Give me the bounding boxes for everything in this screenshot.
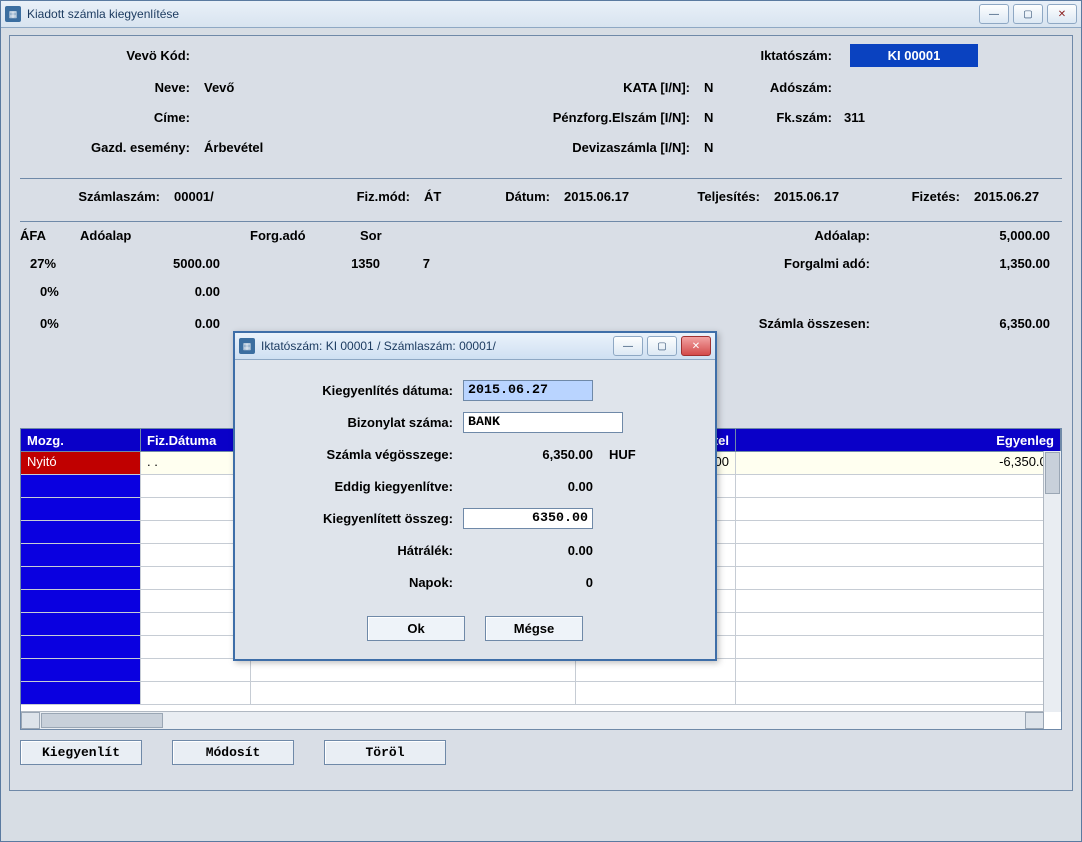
vat-row-0-adoalap: 5000.00 — [120, 256, 220, 271]
vat-row-0-sor: 7 — [400, 256, 430, 271]
fizmod-label: Fiz.mód: — [340, 189, 416, 204]
bizonylat-input[interactable] — [463, 412, 623, 433]
fizetes-label: Fizetés: — [900, 189, 966, 204]
main-window: ▦ Kiadott számla kiegyenlítése — ▢ ✕ Vev… — [0, 0, 1082, 842]
scroll-left-icon[interactable] — [21, 712, 40, 729]
sum-adoalap-label: Adóalap: — [760, 228, 876, 243]
kiegyenlitett-label: Kiegyenlített összeg: — [253, 511, 463, 526]
gazd-value: Árbevétel — [200, 140, 263, 155]
torol-button[interactable]: Töröl — [324, 740, 446, 765]
gazd-label: Gazd. esemény: — [60, 140, 196, 155]
penzforg-label: Pénzforg.Elszám [I/N]: — [520, 110, 696, 125]
close-button[interactable]: ✕ — [1047, 4, 1077, 24]
horizontal-scrollbar[interactable] — [21, 711, 1044, 729]
adoalap-header: Adóalap — [80, 228, 166, 243]
teljesites-label: Teljesítés: — [680, 189, 766, 204]
vat-block: ÁFA Adóalap Forg.adó Sor 27% 5000.00 135… — [20, 228, 1062, 328]
dialog-buttons: Ok Mégse — [253, 616, 697, 641]
hatralek-value: 0.00 — [463, 543, 599, 558]
maximize-button[interactable]: ▢ — [1013, 4, 1043, 24]
modosit-button[interactable]: Módosít — [172, 740, 294, 765]
afa-header: ÁFA — [20, 228, 66, 243]
dialog-minimize-button[interactable]: — — [613, 336, 643, 356]
vegosszeg-value: 6,350.00 — [463, 447, 599, 462]
kiegyenlitett-input[interactable] — [463, 508, 593, 529]
napok-label: Napok: — [253, 575, 463, 590]
fizetes-value: 2015.06.27 — [970, 189, 1039, 204]
scroll-thumb[interactable] — [1045, 452, 1060, 494]
neve-label: Neve: — [60, 80, 196, 95]
deviza-value: N — [700, 140, 713, 155]
col-egy[interactable]: Egyenleg — [736, 429, 1061, 451]
dialog-titlebar[interactable]: ▦ Iktatószám: KI 00001 / Számlaszám: 000… — [235, 333, 715, 360]
dialog-title: Iktatószám: KI 00001 / Számlaszám: 00001… — [261, 339, 496, 353]
cell-mozg: Nyitó — [21, 452, 141, 474]
napok-value: 0 — [463, 575, 599, 590]
minimize-button[interactable]: — — [979, 4, 1009, 24]
fkszam-value: 311 — [840, 110, 865, 125]
header-block: Vevö Kód: Iktatószám: KI 00001 Neve: Vev… — [20, 44, 1062, 172]
eddig-label: Eddig kiegyenlítve: — [253, 479, 463, 494]
vat-row-0-forgado: 1350 — [300, 256, 380, 271]
vertical-scrollbar[interactable] — [1043, 451, 1061, 712]
invoice-row: Számlaszám: 00001/ Fiz.mód: ÁT Dátum: 20… — [20, 185, 1062, 215]
szamlaszam-label: Számlaszám: — [50, 189, 166, 204]
fizmod-value: ÁT — [420, 189, 441, 204]
sum-forg-label: Forgalmi adó: — [760, 256, 876, 271]
forgado-header: Forg.adó — [250, 228, 336, 243]
sum-total-label: Számla összesen: — [720, 316, 876, 331]
vegosszeg-label: Számla végösszege: — [253, 447, 463, 462]
dialog-maximize-button[interactable]: ▢ — [647, 336, 677, 356]
separator-2 — [20, 221, 1062, 222]
iktatoszam-badge: KI 00001 — [850, 44, 978, 67]
datum-value: 2015.06.17 — [560, 189, 629, 204]
vat-row-2-adoalap: 0.00 — [120, 316, 220, 331]
sum-forg-value: 1,350.00 — [940, 256, 1050, 271]
vat-row-2-afa: 0% — [40, 316, 59, 331]
sor-header: Sor — [360, 228, 406, 243]
deviza-label: Devizaszámla [I/N]: — [520, 140, 696, 155]
bizonylat-label: Bizonylat száma: — [253, 415, 463, 430]
adoszam-label: Adószám: — [732, 80, 838, 95]
vat-row-1-afa: 0% — [40, 284, 59, 299]
date-input[interactable] — [463, 380, 593, 401]
iktatoszam-label: Iktatószám: — [732, 48, 838, 63]
eddig-value: 0.00 — [463, 479, 599, 494]
window-title: Kiadott számla kiegyenlítése — [27, 7, 179, 21]
datum-label: Dátum: — [490, 189, 556, 204]
kata-value: N — [700, 80, 713, 95]
vegosszeg-unit: HUF — [599, 447, 659, 462]
penzforg-value: N — [700, 110, 713, 125]
dialog-icon: ▦ — [239, 338, 255, 354]
action-buttons: Kiegyenlít Módosít Töröl — [20, 740, 1062, 765]
date-label: Kiegyenlítés dátuma: — [253, 383, 463, 398]
neve-value: Vevő — [200, 80, 234, 95]
teljesites-value: 2015.06.17 — [770, 189, 839, 204]
ok-button[interactable]: Ok — [367, 616, 465, 641]
cancel-button[interactable]: Mégse — [485, 616, 583, 641]
vevo-kod-label: Vevö Kód: — [60, 48, 196, 63]
settlement-dialog: ▦ Iktatószám: KI 00001 / Számlaszám: 000… — [233, 331, 717, 661]
sum-total-value: 6,350.00 — [940, 316, 1050, 331]
col-mozg[interactable]: Mozg. — [21, 429, 141, 451]
app-icon: ▦ — [5, 6, 21, 22]
sum-adoalap-value: 5,000.00 — [940, 228, 1050, 243]
kiegyenlit-button[interactable]: Kiegyenlít — [20, 740, 142, 765]
vat-row-0-afa: 27% — [30, 256, 56, 271]
fkszam-label: Fk.szám: — [732, 110, 838, 125]
cime-label: Címe: — [60, 110, 196, 125]
scroll-right-icon[interactable] — [1025, 712, 1044, 729]
main-titlebar[interactable]: ▦ Kiadott számla kiegyenlítése — ▢ ✕ — [1, 1, 1081, 28]
cell-egy: -6,350.00 — [736, 452, 1061, 474]
dialog-close-button[interactable]: ✕ — [681, 336, 711, 356]
hatralek-label: Hátrálék: — [253, 543, 463, 558]
scroll-thumb[interactable] — [41, 713, 163, 728]
kata-label: KATA [I/N]: — [520, 80, 696, 95]
szamlaszam-value: 00001/ — [170, 189, 214, 204]
separator-1 — [20, 178, 1062, 179]
dialog-body: Kiegyenlítés dátuma: Bizonylat száma: Sz… — [235, 360, 715, 659]
vat-row-1-adoalap: 0.00 — [120, 284, 220, 299]
table-row[interactable] — [21, 659, 1061, 682]
table-row[interactable] — [21, 682, 1061, 705]
